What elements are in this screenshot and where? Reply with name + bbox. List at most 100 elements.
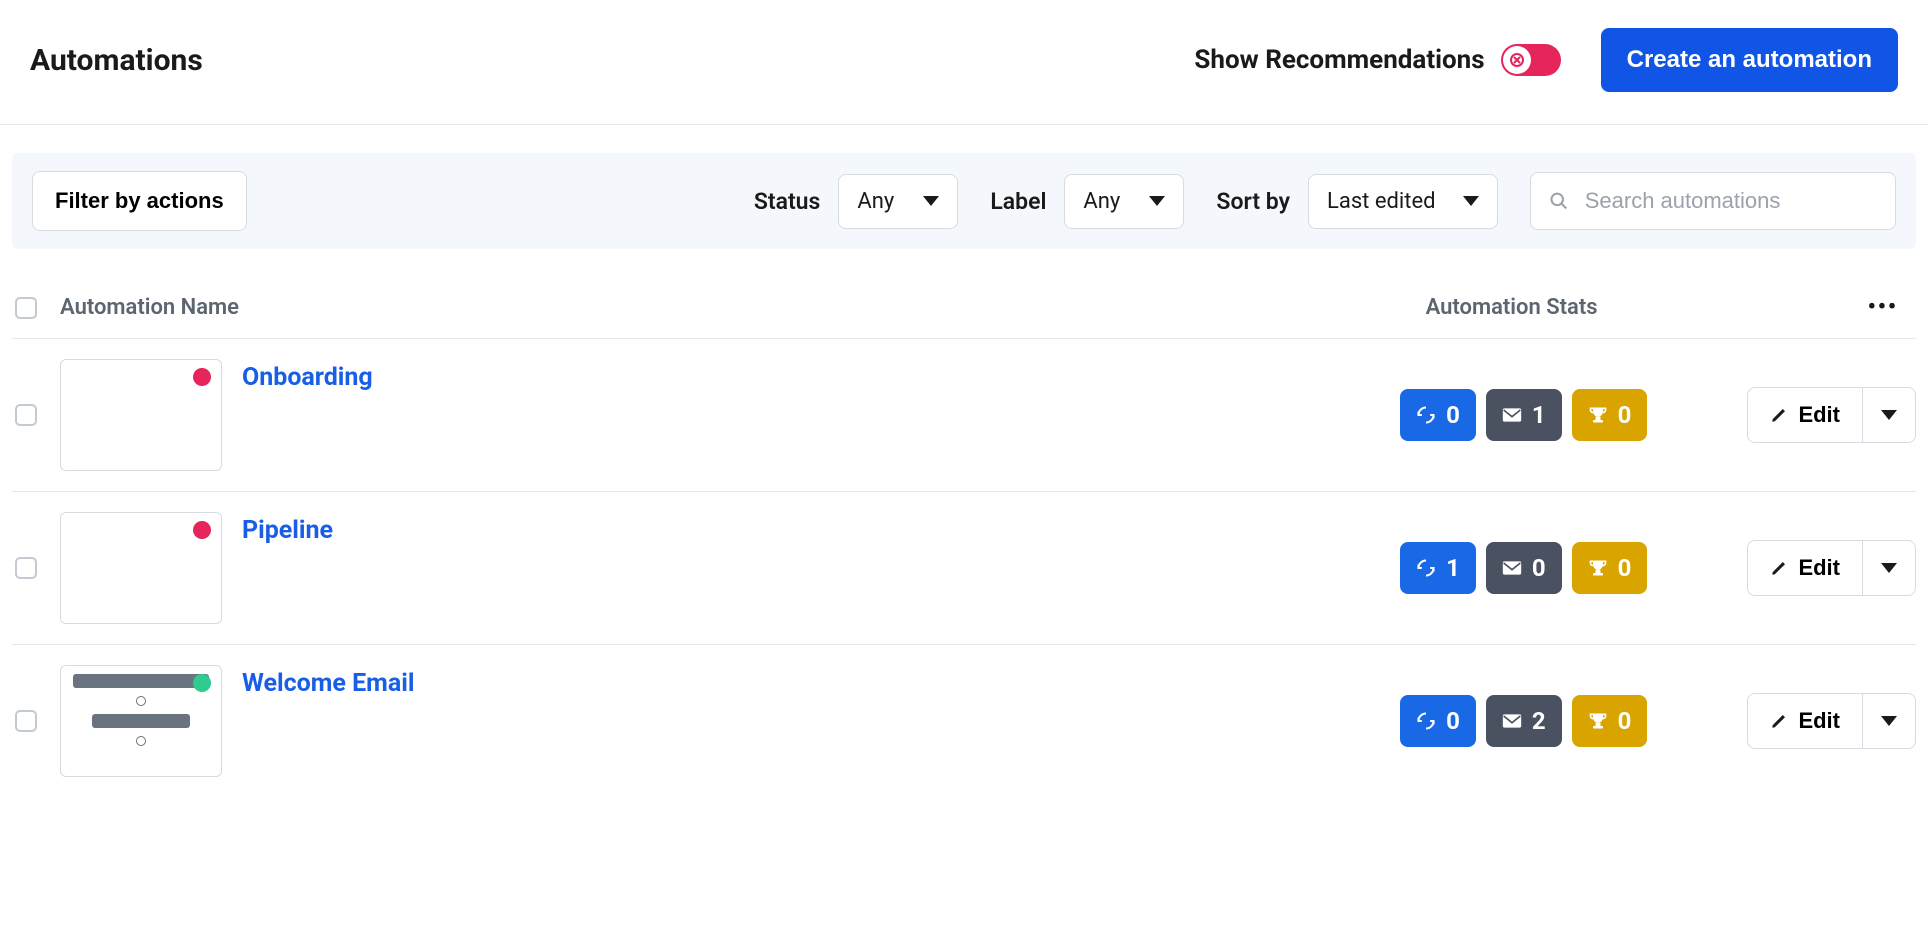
close-icon xyxy=(1510,53,1524,67)
stat-emails-value: 0 xyxy=(1532,554,1546,582)
email-icon xyxy=(1502,407,1522,423)
stat-emails-value: 2 xyxy=(1532,707,1546,735)
status-dot-icon xyxy=(193,368,211,386)
search-icon xyxy=(1549,190,1569,212)
stat-goals-value: 0 xyxy=(1618,554,1632,582)
filter-bar: Filter by actions Status Any Label Any S… xyxy=(12,153,1916,249)
stat-emails[interactable]: 2 xyxy=(1486,695,1562,747)
page-title: Automations xyxy=(30,43,203,78)
edit-button-group: Edit xyxy=(1747,540,1916,596)
chevron-down-icon xyxy=(1881,410,1897,420)
chevron-down-icon xyxy=(1463,196,1479,206)
sort-filter: Sort by Last edited xyxy=(1216,174,1498,229)
status-dot-icon xyxy=(193,674,211,692)
trophy-icon xyxy=(1588,405,1608,425)
pencil-icon xyxy=(1770,406,1788,424)
automation-thumbnail[interactable] xyxy=(60,512,222,624)
pencil-icon xyxy=(1770,559,1788,577)
stat-goals-value: 0 xyxy=(1618,401,1632,429)
status-label: Status xyxy=(754,188,821,215)
contacts-icon xyxy=(1416,558,1436,578)
automation-stats: 0 2 0 xyxy=(1400,695,1647,747)
status-filter: Status Any xyxy=(754,174,959,229)
show-recommendations: Show Recommendations xyxy=(1194,44,1560,76)
stat-contacts-value: 0 xyxy=(1446,707,1460,735)
edit-button[interactable]: Edit xyxy=(1747,693,1863,749)
thumbnail-flow-preview xyxy=(73,674,209,748)
chevron-down-icon xyxy=(1149,196,1165,206)
pencil-icon xyxy=(1770,712,1788,730)
automation-thumbnail[interactable] xyxy=(60,665,222,777)
automation-stats: 0 1 0 xyxy=(1400,389,1647,441)
toggle-knob xyxy=(1503,46,1531,74)
edit-dropdown-button[interactable] xyxy=(1863,540,1916,596)
stat-goals[interactable]: 0 xyxy=(1572,542,1648,594)
edit-button[interactable]: Edit xyxy=(1747,387,1863,443)
edit-label: Edit xyxy=(1798,708,1840,734)
label-label: Label xyxy=(990,188,1046,215)
header-actions: Show Recommendations Create an automatio… xyxy=(1194,28,1898,92)
stat-contacts[interactable]: 1 xyxy=(1400,542,1476,594)
edit-dropdown-button[interactable] xyxy=(1863,693,1916,749)
edit-button-group: Edit xyxy=(1747,387,1916,443)
row-checkbox[interactable] xyxy=(15,557,37,579)
stat-contacts[interactable]: 0 xyxy=(1400,695,1476,747)
status-select[interactable]: Any xyxy=(838,174,958,229)
trophy-icon xyxy=(1588,558,1608,578)
label-value: Any xyxy=(1083,189,1120,214)
stat-goals[interactable]: 0 xyxy=(1572,389,1648,441)
page-header: Automations Show Recommendations Create … xyxy=(0,0,1928,125)
column-header-stats: Automation Stats xyxy=(1426,295,1848,320)
table-row: Pipeline 1 0 0 xyxy=(12,492,1916,645)
table-row: Welcome Email 0 2 0 xyxy=(12,645,1916,797)
stat-contacts-value: 0 xyxy=(1446,401,1460,429)
show-recommendations-label: Show Recommendations xyxy=(1194,45,1484,75)
status-value: Any xyxy=(857,189,894,214)
row-checkbox[interactable] xyxy=(15,404,37,426)
email-icon xyxy=(1502,560,1522,576)
sort-label: Sort by xyxy=(1216,188,1290,215)
filter-by-actions-button[interactable]: Filter by actions xyxy=(32,171,247,231)
sort-value: Last edited xyxy=(1327,189,1436,214)
edit-label: Edit xyxy=(1798,555,1840,581)
edit-dropdown-button[interactable] xyxy=(1863,387,1916,443)
stat-goals-value: 0 xyxy=(1618,707,1632,735)
status-dot-icon xyxy=(193,521,211,539)
trophy-icon xyxy=(1588,711,1608,731)
automation-name-link[interactable]: Welcome Email xyxy=(242,665,414,698)
stat-emails[interactable]: 0 xyxy=(1486,542,1562,594)
create-automation-button[interactable]: Create an automation xyxy=(1601,28,1898,92)
table-row: Onboarding 0 1 0 xyxy=(12,339,1916,492)
contacts-icon xyxy=(1416,711,1436,731)
chevron-down-icon xyxy=(1881,716,1897,726)
automation-thumbnail[interactable] xyxy=(60,359,222,471)
stat-contacts-value: 1 xyxy=(1446,554,1460,582)
stat-contacts[interactable]: 0 xyxy=(1400,389,1476,441)
email-icon xyxy=(1502,713,1522,729)
label-filter: Label Any xyxy=(990,174,1184,229)
stat-goals[interactable]: 0 xyxy=(1572,695,1648,747)
automation-name-link[interactable]: Pipeline xyxy=(242,512,333,545)
filter-by-actions-label: Filter by actions xyxy=(55,188,224,214)
chevron-down-icon xyxy=(1881,563,1897,573)
stat-emails[interactable]: 1 xyxy=(1486,389,1562,441)
edit-button[interactable]: Edit xyxy=(1747,540,1863,596)
show-recommendations-toggle[interactable] xyxy=(1501,44,1561,76)
stat-emails-value: 1 xyxy=(1532,401,1546,429)
automation-name-link[interactable]: Onboarding xyxy=(242,359,373,392)
edit-label: Edit xyxy=(1798,402,1840,428)
more-columns-icon[interactable]: ••• xyxy=(1868,295,1916,320)
contacts-icon xyxy=(1416,405,1436,425)
automation-stats: 1 0 0 xyxy=(1400,542,1647,594)
sort-select[interactable]: Last edited xyxy=(1308,174,1498,229)
search-input[interactable] xyxy=(1583,187,1877,215)
table-header-row: Automation Name Automation Stats ••• xyxy=(12,277,1916,339)
label-select[interactable]: Any xyxy=(1064,174,1184,229)
select-all-checkbox[interactable] xyxy=(15,297,37,319)
automations-table: Automation Name Automation Stats ••• Onb… xyxy=(0,277,1928,797)
row-checkbox[interactable] xyxy=(15,710,37,732)
column-header-name: Automation Name xyxy=(60,295,239,320)
search-box[interactable] xyxy=(1530,172,1896,230)
chevron-down-icon xyxy=(923,196,939,206)
edit-button-group: Edit xyxy=(1747,693,1916,749)
